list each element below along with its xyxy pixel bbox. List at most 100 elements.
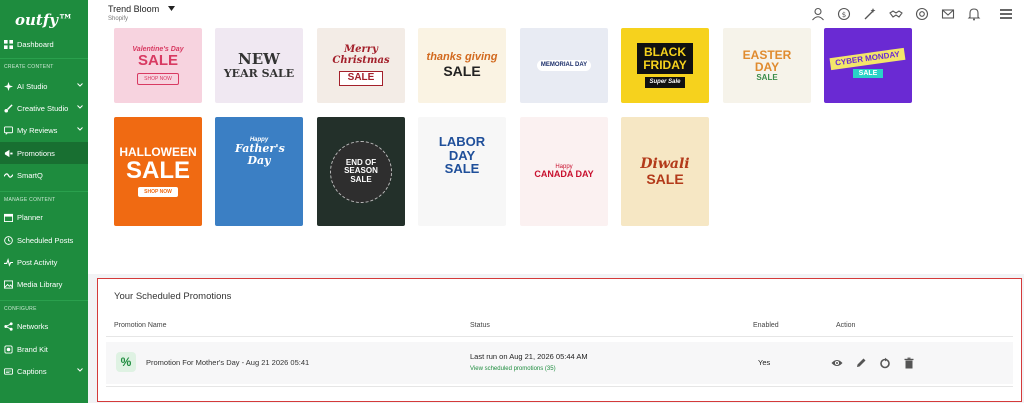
mail-icon[interactable] <box>941 7 955 21</box>
eye-icon[interactable] <box>831 356 843 368</box>
refresh-icon[interactable] <box>879 356 891 369</box>
tile-title: Merry Christmas <box>332 44 390 66</box>
sidebar-item-label: Dashboard <box>17 39 54 49</box>
reviews-icon <box>4 125 13 135</box>
template-black-friday[interactable]: BLACK FRIDAY Super Sale <box>621 28 709 103</box>
column-header-status: Status <box>470 322 490 329</box>
sidebar-item-networks[interactable]: Networks <box>0 315 88 337</box>
billing-icon[interactable]: $ <box>837 7 851 21</box>
sidebar-item-scheduled-posts[interactable]: Scheduled Posts <box>0 229 88 251</box>
tile-subtitle: Father's Day <box>235 142 285 167</box>
image-icon <box>4 279 13 289</box>
tile-subtitle: CANADA DAY <box>534 168 594 179</box>
sidebar-item-media-library[interactable]: Media Library <box>0 273 88 295</box>
calendar-icon <box>4 213 13 222</box>
column-header-enabled: Enabled <box>753 322 779 329</box>
brand-icon <box>4 344 13 354</box>
template-valentines-day[interactable]: Valentine's Day SALE SHOP NOW <box>114 28 202 103</box>
magic-icon[interactable] <box>863 7 877 21</box>
sidebar-item-captions[interactable]: Captions <box>0 360 88 382</box>
template-easter-day[interactable]: EASTER DAY SALE <box>723 28 811 103</box>
tile-subtitle: SALE <box>443 62 481 79</box>
template-thanksgiving[interactable]: thanks giving SALE <box>418 28 506 103</box>
sidebar-item-label: AI Studio <box>17 81 48 91</box>
sidebar-item-label: Networks <box>17 321 49 331</box>
tile-title: CYBER MONDAY <box>829 47 907 71</box>
bell-icon[interactable] <box>967 7 981 21</box>
sidebar-item-promotions[interactable]: Promotions <box>0 142 88 164</box>
template-halloween[interactable]: HALLOWEEN SALE SHOP NOW <box>114 117 202 226</box>
section-configure: CONFIGURE <box>4 306 37 312</box>
template-new-year[interactable]: NEW YEAR SALE <box>215 28 303 103</box>
template-diwali[interactable]: Diwali SALE <box>621 117 709 226</box>
smartq-icon <box>4 171 13 180</box>
svg-text:$: $ <box>842 11 846 19</box>
chevron-down-icon <box>77 368 83 372</box>
sidebar-item-creative-studio[interactable]: Creative Studio <box>0 97 88 119</box>
template-cyber-monday[interactable]: CYBER MONDAY SALE <box>824 28 912 103</box>
tile-title: NEW <box>238 49 280 68</box>
tile-title: LABOR DAY <box>438 134 486 163</box>
tile-title: EASTER DAY <box>742 47 792 75</box>
sidebar-divider <box>0 191 88 192</box>
view-scheduled-promotions-link[interactable]: View scheduled promotions (35) <box>470 366 556 372</box>
sidebar-item-ai-studio[interactable]: AI Studio <box>0 75 88 97</box>
dashboard-icon <box>4 39 13 49</box>
tile-subtitle: SALE <box>756 72 778 82</box>
header-divider <box>106 336 1013 337</box>
section-manage-content: MANAGE CONTENT <box>4 197 56 203</box>
tile-subtitle: SALE <box>338 71 384 86</box>
user-icon[interactable] <box>811 7 825 21</box>
trash-icon[interactable] <box>903 356 915 369</box>
sidebar-item-label: SmartQ <box>17 170 43 180</box>
support-icon[interactable] <box>915 7 929 21</box>
sidebar-item-planner[interactable]: Planner <box>0 206 88 228</box>
template-end-of-season[interactable]: END OF SEASON SALE <box>317 117 405 226</box>
sidebar-divider <box>0 58 88 59</box>
store-selector[interactable]: Trend Bloom <box>108 4 159 14</box>
sidebar-item-label: My Reviews <box>17 125 58 135</box>
sidebar-item-brand-kit[interactable]: Brand Kit <box>0 338 88 360</box>
top-bar: Trend Bloom Shopify $ <box>88 0 1024 28</box>
sidebar-item-smartq[interactable]: SmartQ <box>0 164 88 186</box>
caption-icon <box>4 367 13 376</box>
sidebar: outfy™ Dashboard CREATE CONTENT AI Studi… <box>0 0 88 403</box>
promotion-templates: Valentine's Day SALE SHOP NOW NEW YEAR SALE… <box>88 28 1024 274</box>
edit-icon[interactable] <box>855 356 867 368</box>
shop-now-button[interactable]: SHOP NOW <box>138 187 178 198</box>
template-labor-day[interactable]: LABOR DAY SALE <box>418 117 506 226</box>
row-divider <box>106 386 1013 387</box>
sidebar-item-my-reviews[interactable]: My Reviews <box>0 119 88 141</box>
enabled-value: Yes <box>758 358 771 367</box>
section-create-content: CREATE CONTENT <box>4 64 54 70</box>
caret-down-icon[interactable] <box>168 6 175 12</box>
shop-now-button[interactable]: SHOP NOW <box>137 73 179 86</box>
sidebar-item-label: Planner <box>17 212 43 222</box>
chevron-down-icon <box>77 105 83 109</box>
store-platform: Shopify <box>108 16 129 22</box>
panel-title: Your Scheduled Promotions <box>114 291 232 302</box>
promotion-name: Promotion For Mother's Day - Aug 21 2026… <box>146 358 310 367</box>
tile-subtitle: SALE <box>125 157 190 185</box>
chevron-down-icon <box>77 83 83 87</box>
scheduled-promotions-panel: Your Scheduled Promotions Promotion Name… <box>97 278 1022 402</box>
menu-icon[interactable] <box>999 7 1013 21</box>
sidebar-item-post-activity[interactable]: Post Activity <box>0 251 88 273</box>
column-header-action: Action <box>836 322 856 329</box>
sidebar-item-label: Creative Studio <box>17 103 69 113</box>
table-row: % Promotion For Mother's Day - Aug 21 20… <box>106 342 1013 384</box>
column-header-name: Promotion Name <box>114 322 167 329</box>
template-memorial-day[interactable]: MEMORIAL DAY <box>520 28 608 103</box>
season-badge: END OF SEASON SALE <box>330 140 392 203</box>
sidebar-item-label: Promotions <box>17 148 55 158</box>
sidebar-item-dashboard[interactable]: Dashboard <box>0 33 88 55</box>
template-christmas[interactable]: Merry Christmas SALE <box>317 28 405 103</box>
handshake-icon[interactable] <box>889 7 903 21</box>
network-icon <box>4 321 13 331</box>
sidebar-item-label: Post Activity <box>17 257 58 267</box>
tile-subtitle: SALE <box>646 170 684 187</box>
percent-icon: % <box>116 352 136 372</box>
template-fathers-day[interactable]: Happy Father's Day <box>215 117 303 226</box>
megaphone-icon <box>4 149 13 158</box>
template-canada-day[interactable]: Happy CANADA DAY <box>520 117 608 226</box>
